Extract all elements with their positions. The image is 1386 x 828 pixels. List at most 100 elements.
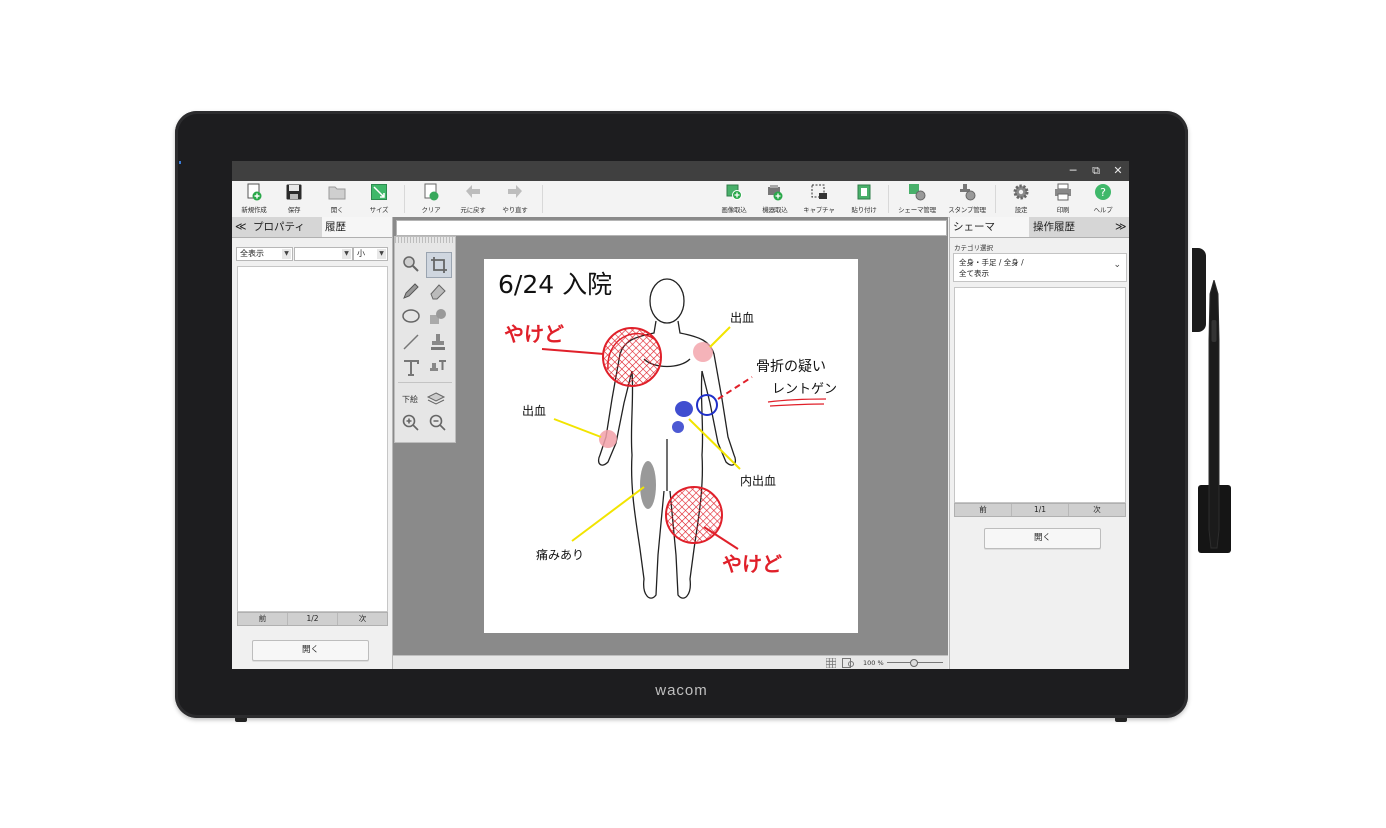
device-import-icon [768,185,783,201]
crop-tool-selected[interactable] [426,252,452,278]
settings-button[interactable]: 設定 [1001,183,1041,217]
history-list[interactable] [237,266,388,612]
tab-schema[interactable]: シェーマ [950,217,1029,237]
toolbar-separator [888,185,889,213]
device-import-button[interactable]: 機器取込 [755,183,795,217]
open-schema-button[interactable]: 開く [984,528,1101,549]
open-button[interactable]: 開く [317,183,357,217]
image-import-button[interactable]: 画像取込 [714,183,754,217]
zoom-in-icon[interactable] [401,413,421,433]
settings-gear-icon [1013,184,1029,200]
file-name-field[interactable] [396,220,947,236]
resize-button[interactable]: サイズ [359,183,399,217]
tab-properties[interactable]: プロパティ [250,217,323,237]
zoom-out-icon[interactable] [428,413,448,433]
open-folder-icon [328,186,346,200]
redo-button[interactable]: やり直す [495,183,535,217]
page-indicator: 1/1 [1012,504,1069,516]
bleeding-leader-wrist [553,418,602,438]
schema-pager: 前 1/1 次 [954,503,1126,517]
stamp-manage-button[interactable]: スタンプ管理 [947,183,987,217]
chevron-down-icon: ▼ [377,249,386,259]
redo-label: やり直す [502,206,528,214]
save-icon [286,184,302,200]
fracture-leader [717,376,753,400]
layers-icon[interactable] [426,389,446,409]
schema-manage-icon [909,184,926,201]
stamp-manage-label: スタンプ管理 [948,206,986,214]
bleeding-mark-wrist [599,430,617,448]
text-icon[interactable] [401,358,421,378]
help-button[interactable]: ? ヘルプ [1083,183,1123,217]
lasso-icon[interactable] [401,307,421,327]
redo-icon [508,185,522,198]
tablet-foot-right [1115,718,1127,722]
zoom-select-icon[interactable] [401,254,421,274]
collapse-left-button[interactable]: ≪ [232,217,249,237]
collapse-right-button[interactable]: ≫ [1112,217,1129,237]
chevron-down-icon: ▼ [342,249,351,259]
schema-canvas[interactable]: 6/24 入院 やけど 出血 骨折の疑い レントゲン 内出血 出血 痛みあり や… [484,259,858,633]
text-stamp-icon[interactable] [428,358,448,378]
open-history-button[interactable]: 開く [252,640,369,661]
internal-bleeding-mark-upper [675,401,693,417]
thumbnail-size-select[interactable]: 小 ▼ [353,247,388,261]
tab-operation-history[interactable]: 操作履歴 [1030,217,1111,237]
secondary-filter-select[interactable]: ▼ [294,247,353,261]
settings-label: 設定 [1014,206,1028,214]
print-button[interactable]: 印刷 [1043,183,1083,217]
right-tab-bar: シェーマ 操作履歴 ≫ [950,217,1129,238]
shapes-icon[interactable] [428,307,448,327]
palette-grip[interactable] [395,237,455,243]
fracture-label: 骨折の疑い [756,359,826,375]
bleeding-mark-shoulder [693,342,713,362]
stamp-icon[interactable] [428,332,448,352]
image-import-label: 画像取込 [721,206,747,214]
status-bar: 100 % [393,655,948,669]
next-page-button[interactable]: 次 [1069,504,1125,516]
prev-page-button[interactable]: 前 [238,613,288,625]
prev-page-button[interactable]: 前 [955,504,1012,516]
burn-region-shoulder [602,327,662,387]
schema-manage-button[interactable]: シェーマ管理 [897,183,937,217]
zoom-slider-thumb[interactable] [910,659,918,667]
paste-button[interactable]: 貼り付け [844,183,884,217]
underlay-label: 下絵 [402,395,418,404]
print-icon [1055,183,1071,201]
display-filter-select[interactable]: 全表示 ▼ [236,247,293,261]
undo-button[interactable]: 元に戻す [453,183,493,217]
paste-icon [857,184,871,200]
clear-button[interactable]: クリア [411,183,451,217]
new-document-button[interactable]: 新規作成 [234,183,274,217]
close-button[interactable]: ✕ [1109,163,1127,179]
clear-icon [424,183,439,201]
undo-label: 元に戻す [460,206,486,214]
left-panel: ≪ プロパティ 履歴 全表示 ▼ ▼ 小 ▼ 前 1/2 次 開く [232,217,393,669]
pain-leader [571,486,645,542]
save-button[interactable]: 保存 [274,183,314,217]
capture-button[interactable]: キャプチャ [799,183,839,217]
new-document-label: 新規作成 [241,206,267,214]
schema-list[interactable] [954,287,1126,503]
fracture-circle [696,394,718,416]
grid-icon[interactable] [826,658,836,668]
image-import-icon [726,184,742,200]
thumbnail-size-value: 小 [357,249,365,258]
canvas-drawing: 6/24 入院 やけど 出血 骨折の疑い レントゲン 内出血 出血 痛みあり や… [498,270,837,599]
burn-label-left: やけど [504,322,564,346]
brand-logo: wacom [655,682,708,699]
minimize-button[interactable]: ─ [1064,163,1082,179]
print-label: 印刷 [1056,206,1070,214]
toolbar-separator [404,185,405,213]
bleeding-label-wrist: 出血 [522,404,546,418]
pencil-icon[interactable] [401,281,421,301]
restore-button[interactable]: ⧉ [1087,163,1105,179]
line-icon[interactable] [401,332,421,352]
tab-history[interactable]: 履歴 [322,217,392,237]
next-page-button[interactable]: 次 [338,613,387,625]
fit-view-icon[interactable] [842,658,854,668]
eraser-icon[interactable] [428,281,448,301]
category-select[interactable]: 全身・手足 / 全身 / 全て表示 ⌄ [953,253,1127,282]
power-led [179,161,181,164]
category-value-scope: 全て表示 [959,269,989,278]
